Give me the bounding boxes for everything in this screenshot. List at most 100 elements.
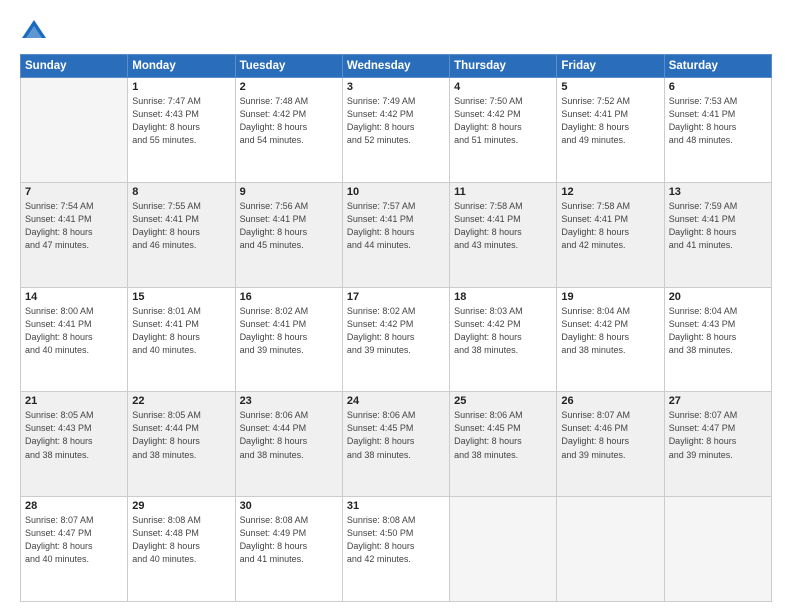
day-header-saturday: Saturday <box>664 55 771 78</box>
calendar-week-row: 14 Sunrise: 8:00 AM Sunset: 4:41 PM Dayli… <box>21 287 772 392</box>
day-info: Sunrise: 8:02 AM Sunset: 4:42 PM Dayligh… <box>347 305 445 357</box>
day-number: 5 <box>561 81 659 93</box>
calendar-cell: 8Sunrise: 7:55 AM Sunset: 4:41 PM Daylig… <box>128 182 235 287</box>
day-header-thursday: Thursday <box>450 55 557 78</box>
calendar-cell: 30 Sunrise: 8:08 AM Sunset: 4:49 PM Dayli… <box>235 497 342 602</box>
calendar-cell: 25 Sunrise: 8:06 AM Sunset: 4:45 PM Dayli… <box>450 392 557 497</box>
day-header-tuesday: Tuesday <box>235 55 342 78</box>
day-number: 23 <box>240 395 338 407</box>
day-number: 21 <box>25 395 123 407</box>
day-info: Sunrise: 8:05 AM Sunset: 4:43 PM Dayligh… <box>25 409 123 461</box>
day-number: 7 <box>25 186 123 198</box>
day-number: 27 <box>669 395 767 407</box>
day-info: Sunrise: 7:47 AM Sunset: 4:43 PM Dayligh… <box>132 95 230 147</box>
day-number: 24 <box>347 395 445 407</box>
day-header-sunday: Sunday <box>21 55 128 78</box>
day-number: 4 <box>454 81 552 93</box>
day-number: 15 <box>132 291 230 303</box>
day-info: Sunrise: 8:07 AM Sunset: 4:47 PM Dayligh… <box>669 409 767 461</box>
calendar-cell: 23 Sunrise: 8:06 AM Sunset: 4:44 PM Dayli… <box>235 392 342 497</box>
day-info: Sunrise: 8:06 AM Sunset: 4:45 PM Dayligh… <box>347 409 445 461</box>
day-info: Sunrise: 8:03 AM Sunset: 4:42 PM Dayligh… <box>454 305 552 357</box>
day-number: 11 <box>454 186 552 198</box>
calendar-cell: 14 Sunrise: 8:00 AM Sunset: 4:41 PM Dayli… <box>21 287 128 392</box>
day-info: Sunrise: 8:06 AM Sunset: 4:45 PM Dayligh… <box>454 409 552 461</box>
calendar-cell: 6 Sunrise: 7:53 AM Sunset: 4:41 PM Daylig… <box>664 78 771 183</box>
day-info: Sunrise: 8:02 AM Sunset: 4:41 PM Dayligh… <box>240 305 338 357</box>
calendar-cell: 2 Sunrise: 7:48 AM Sunset: 4:42 PM Daylig… <box>235 78 342 183</box>
day-number: 16 <box>240 291 338 303</box>
calendar-cell: 27 Sunrise: 8:07 AM Sunset: 4:47 PM Dayli… <box>664 392 771 497</box>
calendar-cell: 13 Sunrise: 7:59 AM Sunset: 4:41 PM Dayli… <box>664 182 771 287</box>
day-info: Sunrise: 7:58 AM Sunset: 4:41 PM Dayligh… <box>561 200 659 252</box>
day-info: Sunrise: 8:05 AM Sunset: 4:44 PM Dayligh… <box>132 409 230 461</box>
calendar-week-row: 21 Sunrise: 8:05 AM Sunset: 4:43 PM Dayli… <box>21 392 772 497</box>
day-number: 9 <box>240 186 338 198</box>
day-info: Sunrise: 8:07 AM Sunset: 4:46 PM Dayligh… <box>561 409 659 461</box>
day-number: 29 <box>132 500 230 512</box>
calendar-cell: 1 Sunrise: 7:47 AM Sunset: 4:43 PM Daylig… <box>128 78 235 183</box>
day-number: 19 <box>561 291 659 303</box>
day-number: 8 <box>132 186 230 198</box>
day-info: Sunrise: 7:52 AM Sunset: 4:41 PM Dayligh… <box>561 95 659 147</box>
calendar-cell: 24 Sunrise: 8:06 AM Sunset: 4:45 PM Dayli… <box>342 392 449 497</box>
calendar-cell: 7Sunrise: 7:54 AM Sunset: 4:41 PM Daylig… <box>21 182 128 287</box>
day-number: 12 <box>561 186 659 198</box>
day-info: Sunrise: 8:07 AM Sunset: 4:47 PM Dayligh… <box>25 514 123 566</box>
day-info: Sunrise: 8:06 AM Sunset: 4:44 PM Dayligh… <box>240 409 338 461</box>
day-number: 3 <box>347 81 445 93</box>
logo-icon <box>20 16 48 44</box>
day-info: Sunrise: 7:58 AM Sunset: 4:41 PM Dayligh… <box>454 200 552 252</box>
day-info: Sunrise: 7:59 AM Sunset: 4:41 PM Dayligh… <box>669 200 767 252</box>
calendar-cell: 26Sunrise: 8:07 AM Sunset: 4:46 PM Dayli… <box>557 392 664 497</box>
day-info: Sunrise: 7:50 AM Sunset: 4:42 PM Dayligh… <box>454 95 552 147</box>
calendar-cell <box>450 497 557 602</box>
day-info: Sunrise: 8:08 AM Sunset: 4:50 PM Dayligh… <box>347 514 445 566</box>
day-info: Sunrise: 7:48 AM Sunset: 4:42 PM Dayligh… <box>240 95 338 147</box>
day-number: 20 <box>669 291 767 303</box>
calendar-cell: 20 Sunrise: 8:04 AM Sunset: 4:43 PM Dayli… <box>664 287 771 392</box>
day-info: Sunrise: 8:08 AM Sunset: 4:49 PM Dayligh… <box>240 514 338 566</box>
calendar-cell: 17Sunrise: 8:02 AM Sunset: 4:42 PM Dayli… <box>342 287 449 392</box>
day-info: Sunrise: 7:57 AM Sunset: 4:41 PM Dayligh… <box>347 200 445 252</box>
day-info: Sunrise: 8:00 AM Sunset: 4:41 PM Dayligh… <box>25 305 123 357</box>
day-number: 13 <box>669 186 767 198</box>
day-number: 22 <box>132 395 230 407</box>
day-number: 28 <box>25 500 123 512</box>
logo <box>20 16 52 44</box>
calendar-cell: 4 Sunrise: 7:50 AM Sunset: 4:42 PM Daylig… <box>450 78 557 183</box>
day-header-friday: Friday <box>557 55 664 78</box>
calendar-cell: 3Sunrise: 7:49 AM Sunset: 4:42 PM Daylig… <box>342 78 449 183</box>
calendar-header-row: SundayMondayTuesdayWednesdayThursdayFrid… <box>21 55 772 78</box>
day-info: Sunrise: 8:01 AM Sunset: 4:41 PM Dayligh… <box>132 305 230 357</box>
calendar-cell: 31 Sunrise: 8:08 AM Sunset: 4:50 PM Dayli… <box>342 497 449 602</box>
calendar-cell: 29Sunrise: 8:08 AM Sunset: 4:48 PM Dayli… <box>128 497 235 602</box>
day-info: Sunrise: 7:53 AM Sunset: 4:41 PM Dayligh… <box>669 95 767 147</box>
day-number: 31 <box>347 500 445 512</box>
day-info: Sunrise: 8:04 AM Sunset: 4:43 PM Dayligh… <box>669 305 767 357</box>
day-number: 6 <box>669 81 767 93</box>
calendar-cell <box>557 497 664 602</box>
calendar-cell: 10 Sunrise: 7:57 AM Sunset: 4:41 PM Dayli… <box>342 182 449 287</box>
day-number: 10 <box>347 186 445 198</box>
day-number: 1 <box>132 81 230 93</box>
day-number: 30 <box>240 500 338 512</box>
calendar-cell: 28 Sunrise: 8:07 AM Sunset: 4:47 PM Dayli… <box>21 497 128 602</box>
calendar-cell: 15 Sunrise: 8:01 AM Sunset: 4:41 PM Dayli… <box>128 287 235 392</box>
calendar-cell: 19Sunrise: 8:04 AM Sunset: 4:42 PM Dayli… <box>557 287 664 392</box>
day-number: 14 <box>25 291 123 303</box>
calendar-cell: 11 Sunrise: 7:58 AM Sunset: 4:41 PM Dayli… <box>450 182 557 287</box>
day-number: 2 <box>240 81 338 93</box>
day-number: 18 <box>454 291 552 303</box>
calendar-table: SundayMondayTuesdayWednesdayThursdayFrid… <box>20 54 772 602</box>
calendar-cell: 18 Sunrise: 8:03 AM Sunset: 4:42 PM Dayli… <box>450 287 557 392</box>
calendar-week-row: 1 Sunrise: 7:47 AM Sunset: 4:43 PM Daylig… <box>21 78 772 183</box>
calendar-cell: 12 Sunrise: 7:58 AM Sunset: 4:41 PM Dayli… <box>557 182 664 287</box>
calendar-cell: 22 Sunrise: 8:05 AM Sunset: 4:44 PM Dayli… <box>128 392 235 497</box>
calendar-cell: 5 Sunrise: 7:52 AM Sunset: 4:41 PM Daylig… <box>557 78 664 183</box>
calendar-cell <box>21 78 128 183</box>
day-number: 25 <box>454 395 552 407</box>
header <box>20 16 772 44</box>
calendar-cell: 16 Sunrise: 8:02 AM Sunset: 4:41 PM Dayli… <box>235 287 342 392</box>
calendar-cell: 9Sunrise: 7:56 AM Sunset: 4:41 PM Daylig… <box>235 182 342 287</box>
